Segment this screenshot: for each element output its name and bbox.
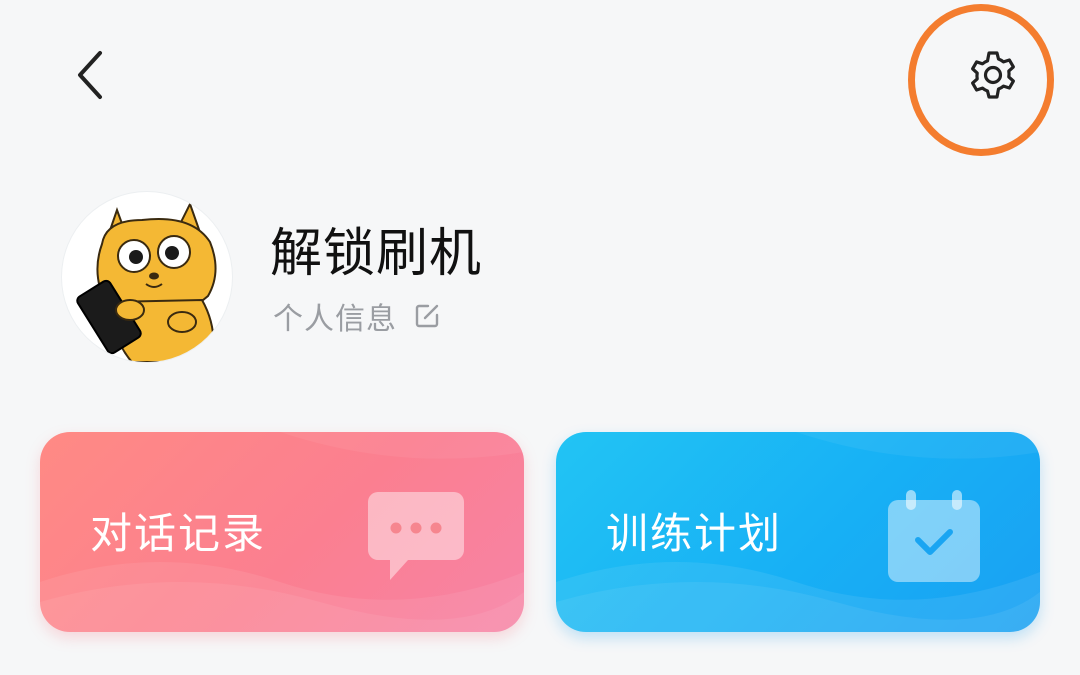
gear-icon [971, 51, 1015, 99]
avatar[interactable] [62, 192, 232, 362]
edit-icon [415, 304, 439, 328]
training-plan-label: 训练计划 [606, 509, 783, 558]
chevron-left-icon [78, 51, 102, 99]
calendar-check-icon [888, 490, 980, 582]
chat-bubble-icon [368, 492, 464, 580]
profile-info-label: 个人信息 [273, 302, 397, 337]
profile-info-link[interactable]: 个人信息 [273, 294, 441, 338]
chat-records-card[interactable]: 对话记录 [40, 432, 524, 632]
chat-records-label: 对话记录 [90, 509, 267, 558]
cartoon-dog-avatar [76, 201, 217, 362]
profile-name: 解锁刷机 [270, 224, 483, 284]
settings-button[interactable] [955, 40, 1031, 110]
profile-page: 解锁刷机 个人信息 对话记录 训练计划 [0, 0, 1080, 675]
training-plan-card[interactable]: 训练计划 [556, 432, 1040, 632]
back-button[interactable] [60, 40, 120, 110]
